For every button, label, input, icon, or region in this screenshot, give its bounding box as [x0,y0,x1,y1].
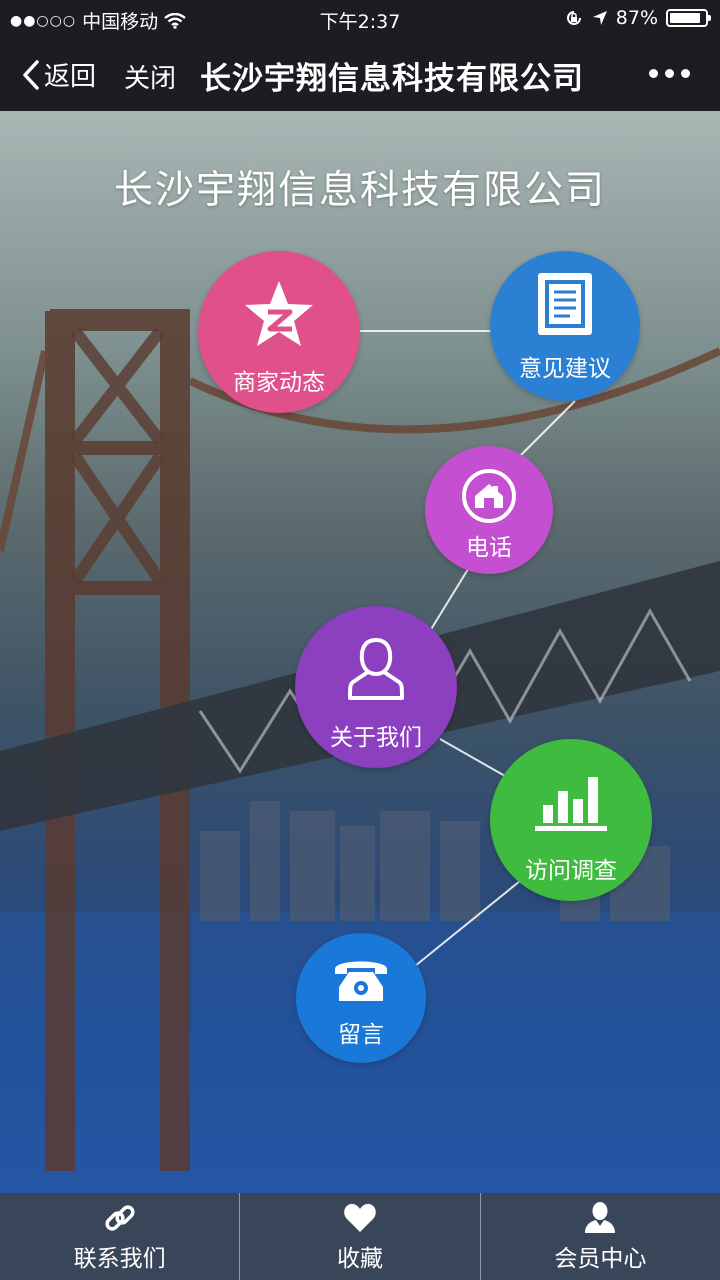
feedback-button[interactable]: 意见建议 [490,251,640,401]
survey-button[interactable]: 访问调查 [490,739,652,901]
main-content: 长沙宇翔信息科技有限公司 商家动态 意见建议 电话 关于我们 访问调查 留言 [0,111,720,1193]
about-us-button[interactable]: 关于我们 [295,606,457,768]
heart-icon [344,1203,376,1232]
status-bar: ●●○○○ 中国移动 下午2:37 87% [0,0,720,36]
user-icon [585,1202,616,1233]
battery-icon [666,9,711,27]
more-dot-icon [665,69,674,78]
battery-percent: 87% [615,7,658,29]
bar-chart-icon [535,777,607,831]
nav-bar: 返回 关闭 长沙宇翔信息科技有限公司 [0,36,720,111]
chevron-left-icon [23,59,39,90]
qzone-star-icon [245,281,313,346]
person-icon [348,637,404,700]
telephone-icon [335,961,387,1001]
back-label: 返回 [44,62,97,92]
house-icon [462,469,516,523]
message-button[interactable]: 留言 [296,933,426,1063]
location-arrow-icon [592,11,607,25]
feedback-label: 意见建议 [519,356,611,382]
more-dot-icon [649,69,658,78]
tab-contact-us[interactable]: 联系我们 [0,1193,239,1280]
back-button[interactable]: 返回 [22,56,96,93]
tab-member-center[interactable]: 会员中心 [479,1193,720,1280]
close-button[interactable]: 关闭 [124,58,176,95]
phone-label: 电话 [466,535,512,561]
more-menu-button[interactable] [649,69,690,78]
link-icon [105,1205,135,1231]
survey-label: 访问调查 [525,858,617,884]
merchant-news-label: 商家动态 [233,370,325,396]
tab-contact-us-label: 联系我们 [73,1246,166,1272]
bottom-tab-bar: 联系我们 收藏 会员中心 [0,1193,720,1280]
document-icon [538,273,592,335]
tab-member-center-label: 会员中心 [554,1246,647,1272]
about-us-label: 关于我们 [330,725,422,751]
nav-title: 长沙宇翔信息科技有限公司 [200,61,584,97]
merchant-news-button[interactable]: 商家动态 [198,251,360,413]
message-label: 留言 [338,1022,384,1048]
phone-button[interactable]: 电话 [425,446,553,574]
tab-favorites[interactable]: 收藏 [239,1193,479,1280]
rotation-lock-icon [566,11,581,25]
page-title: 长沙宇翔信息科技有限公司 [113,168,606,213]
more-dot-icon [681,69,690,78]
tab-favorites-label: 收藏 [336,1246,383,1272]
